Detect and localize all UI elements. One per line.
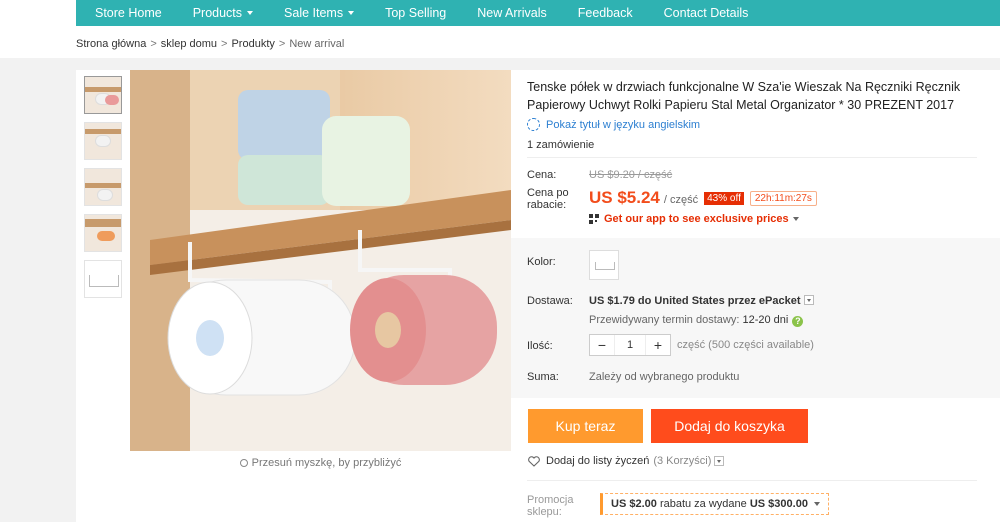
thumbnail-5[interactable] <box>84 260 122 298</box>
quantity-label: Ilość: <box>527 340 553 352</box>
quantity-stepper: − 1 + <box>589 334 671 356</box>
quantity-available: część (500 części available) <box>677 339 814 351</box>
nav-contact-details[interactable]: Contact Details <box>645 6 749 20</box>
thumbnail-2[interactable] <box>84 122 122 160</box>
nav-label: Store Home <box>95 6 162 20</box>
nav-new-arrivals[interactable]: New Arrivals <box>458 6 546 20</box>
nav-products[interactable]: Products <box>174 6 254 20</box>
thumbnail-4[interactable] <box>84 214 122 252</box>
caret-down-icon <box>813 502 820 506</box>
magnifier-icon <box>239 459 248 467</box>
coupon-text: rabatu za wydane <box>659 498 747 510</box>
qr-code-icon <box>589 214 599 224</box>
zoom-hint-text: Przesuń myszkę, by przybliżyć <box>251 457 402 469</box>
product-photo-illustration <box>130 70 511 451</box>
help-icon[interactable]: ? <box>792 316 804 327</box>
wishlist-count: (3 Korzyści) <box>653 455 712 467</box>
breadcrumb: Strona główna > sklep domu > Produkty > New ar… <box>76 38 344 50</box>
shipping-value: US $1.79 do United States przez ePacket <box>589 295 801 307</box>
nav-label: Sale Items <box>284 6 344 20</box>
translate-link-text: Pokaż tytuł w języku angielskim <box>546 118 701 131</box>
app-price-link[interactable]: Get our app to see exclusive prices <box>589 213 799 225</box>
dropdown-icon[interactable] <box>714 456 725 466</box>
original-price: US $9.20 / część <box>589 169 673 181</box>
nav-label: Feedback <box>577 6 633 20</box>
nav-sale-items[interactable]: Sale Items <box>265 6 355 20</box>
wishlist-text: Dodaj do listy życzeń <box>546 455 650 467</box>
breadcrumb-separator: > <box>221 38 228 50</box>
coupon-threshold: US $300.00 <box>749 498 808 510</box>
divider <box>527 157 977 158</box>
nav-label: New Arrivals <box>477 6 547 20</box>
color-row: Kolor: <box>527 250 619 280</box>
price-label: Cena: <box>527 169 557 181</box>
nav-top-selling[interactable]: Top Selling <box>366 6 446 20</box>
product-info: Tenske półek w drzwiach funkcjonalne W S… <box>527 78 987 151</box>
translate-title-link[interactable]: Pokaż tytuł w języku angielskim <box>527 118 987 131</box>
delivery-est-label: Przewidywany termin dostawy: <box>589 314 740 326</box>
dropdown-icon <box>803 295 814 305</box>
color-swatch[interactable] <box>589 250 619 280</box>
delivery-estimate: Przewidywany termin dostawy: 12-20 dni? <box>589 314 804 327</box>
thumbnail-list <box>84 76 124 306</box>
discount-price-label: Cena po rabacie: <box>527 187 569 211</box>
product-main-image[interactable] <box>130 70 511 451</box>
nav-label: Products <box>192 6 243 20</box>
shipping-method[interactable]: US $1.79 do United States przez ePacket <box>589 295 814 307</box>
quantity-increase-button[interactable]: + <box>646 335 670 355</box>
heart-icon <box>528 455 540 467</box>
order-count: 1 zamówienie <box>527 139 595 151</box>
divider <box>527 480 977 481</box>
total-label: Suma: <box>527 371 559 383</box>
quantity-decrease-button[interactable]: − <box>590 335 614 355</box>
thumbnail-1[interactable] <box>84 76 122 114</box>
breadcrumb-home[interactable]: Strona główna <box>76 38 146 50</box>
breadcrumb-separator: > <box>278 38 286 50</box>
color-label: Kolor: <box>527 256 556 268</box>
wishlist-link[interactable]: Dodaj do listy życzeń (3 Korzyści) <box>528 455 725 467</box>
quantity-control: − 1 + część (500 części available) <box>589 334 814 356</box>
discount-badge: 43% off <box>704 192 744 205</box>
zoom-hint: Przesuń myszkę, by przybliżyć <box>130 457 511 469</box>
buy-now-button[interactable]: Kup teraz <box>528 409 643 443</box>
rack-thumbnail-icon <box>595 262 615 270</box>
delivery-days: 12-20 <box>742 314 771 326</box>
sale-price: US $5.24 <box>589 188 660 207</box>
product-title: Tenske półek w drzwiach funkcjonalne W S… <box>527 80 961 112</box>
coupon-amount: US $2.00 <box>611 498 657 510</box>
delivery-unit: dni <box>773 314 789 326</box>
countdown-timer: 22h:11m:27s <box>749 191 817 206</box>
caret-down-icon <box>247 11 254 15</box>
translate-icon <box>527 118 540 131</box>
thumbnail-3[interactable] <box>84 168 122 206</box>
add-to-cart-button[interactable]: Dodaj do koszyka <box>651 409 808 443</box>
nav-feedback[interactable]: Feedback <box>559 6 633 20</box>
price-unit: / część <box>663 194 699 206</box>
store-nav-bar: Store Home Products Sale Items Top Selli… <box>76 0 1000 26</box>
breadcrumb-current: New arrival <box>289 38 345 50</box>
quantity-input[interactable]: 1 <box>614 335 646 355</box>
caret-down-icon <box>792 217 799 221</box>
store-coupon[interactable]: US $2.00 rabatu za wydane US $300.00 <box>600 493 829 515</box>
caret-down-icon <box>348 11 355 15</box>
total-value: Zależy od wybranego produktu <box>589 371 740 383</box>
nav-label: Top Selling <box>385 6 447 20</box>
nav-label: Contact Details <box>663 6 749 20</box>
breadcrumb-home-shop[interactable]: sklep domu <box>161 38 217 50</box>
breadcrumb-separator: > <box>150 38 157 50</box>
app-promo-text: Get our app to see exclusive prices <box>604 213 789 225</box>
nav-store-home[interactable]: Store Home <box>76 6 162 20</box>
breadcrumb-products[interactable]: Produkty <box>231 38 274 50</box>
discount-price-values: US $5.24/ część 43% off 22h:11m:27s <box>589 188 817 208</box>
store-promo-label: Promocja sklepu: <box>527 494 574 518</box>
shipping-label: Dostawa: <box>527 295 573 307</box>
